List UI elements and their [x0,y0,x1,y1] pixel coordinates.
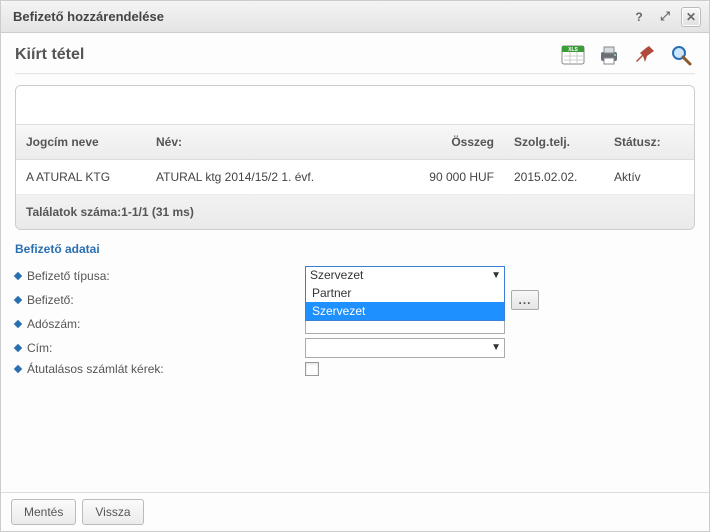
tipus-option-szervezet[interactable]: Szervezet [306,302,504,320]
chevron-down-icon: ▼ [491,342,501,353]
cell-nev: ATURAL ktg 2014/15/2 1. évf. [156,170,404,184]
required-icon [14,296,22,304]
col-header-osszeg[interactable]: Összeg [404,135,514,149]
panel-title: Kiírt tétel [15,46,84,64]
control-cim: ▼ [305,338,505,358]
pin-icon[interactable] [631,41,659,69]
cell-szolg: 2015.02.02. [514,170,614,184]
divider [15,73,695,75]
col-header-szolg[interactable]: Szolg.telj. [514,135,614,149]
dialog-title: Befizető hozzárendelése [13,9,623,24]
chevron-down-icon: ▼ [491,270,501,281]
col-header-statusz[interactable]: Státusz: [614,135,684,149]
excel-icon[interactable]: XLS [559,41,587,69]
back-button[interactable]: Vissza [82,499,143,525]
tipus-option-partner[interactable]: Partner [306,284,504,302]
form-area: Befizető típusa: Szervezet ▼ Partner Sze… [15,264,695,378]
row-atutalas: Átutalásos számlát kérek: [15,360,695,378]
cell-jogcim: A ATURAL KTG [26,170,156,184]
col-header-nev[interactable]: Név: [156,135,404,149]
label-tipus: Befizető típusa: [15,269,305,283]
required-icon [14,320,22,328]
label-cim: Cím: [15,341,305,355]
grid-header: Jogcím neve Név: Összeg Szolg.telj. Stát… [16,124,694,160]
label-atutalas: Átutalásos számlát kérek: [15,362,305,376]
control-atutalas [305,362,505,376]
dialog-body: Kiírt tétel XLS [1,33,709,492]
befizeto-lookup-button[interactable]: ... [511,290,539,310]
toolbar: XLS [559,41,695,69]
expand-icon[interactable]: ⤢ [655,7,675,27]
tipus-select[interactable]: Szervezet ▼ [305,266,505,286]
grid-spacer [16,86,694,124]
atutalas-checkbox[interactable] [305,362,319,376]
grid-footer: Találatok száma:1-1/1 (31 ms) [16,195,694,229]
required-icon [14,344,22,352]
tipus-dropdown: Partner Szervezet [305,284,505,321]
cell-osszeg: 90 000 HUF [404,170,514,184]
control-tipus: Szervezet ▼ [305,266,505,286]
close-icon[interactable]: ✕ [681,7,701,27]
panel-header-row: Kiírt tétel XLS [15,41,695,69]
dialog-window: Befizető hozzárendelése ? ⤢ ✕ Kiírt téte… [0,0,710,532]
tipus-select-value: Szervezet [310,268,363,282]
save-button[interactable]: Mentés [11,499,76,525]
section-title: Befizető adatai [15,242,695,256]
help-icon[interactable]: ? [629,7,649,27]
row-cim: Cím: ▼ [15,336,695,360]
label-befizeto: Befizető: [15,293,305,307]
label-tipus-text: Befizető típusa: [27,269,110,283]
table-row[interactable]: A ATURAL KTG ATURAL ktg 2014/15/2 1. évf… [16,160,694,195]
label-adoszam-text: Adószám: [27,317,80,331]
col-header-jogcim[interactable]: Jogcím neve [26,135,156,149]
label-befizeto-text: Befizető: [27,293,74,307]
cim-select[interactable]: ▼ [305,338,505,358]
print-icon[interactable] [595,41,623,69]
label-cim-text: Cím: [27,341,52,355]
label-atutalas-text: Átutalásos számlát kérek: [27,362,164,376]
label-adoszam: Adószám: [15,317,305,331]
cell-statusz: Aktív [614,170,684,184]
buttonbar: Mentés Vissza [1,492,709,531]
required-icon [14,272,22,280]
grid-panel: Jogcím neve Név: Összeg Szolg.telj. Stát… [15,85,695,230]
search-icon[interactable] [667,41,695,69]
required-icon [14,365,22,373]
titlebar: Befizető hozzárendelése ? ⤢ ✕ [1,1,709,33]
